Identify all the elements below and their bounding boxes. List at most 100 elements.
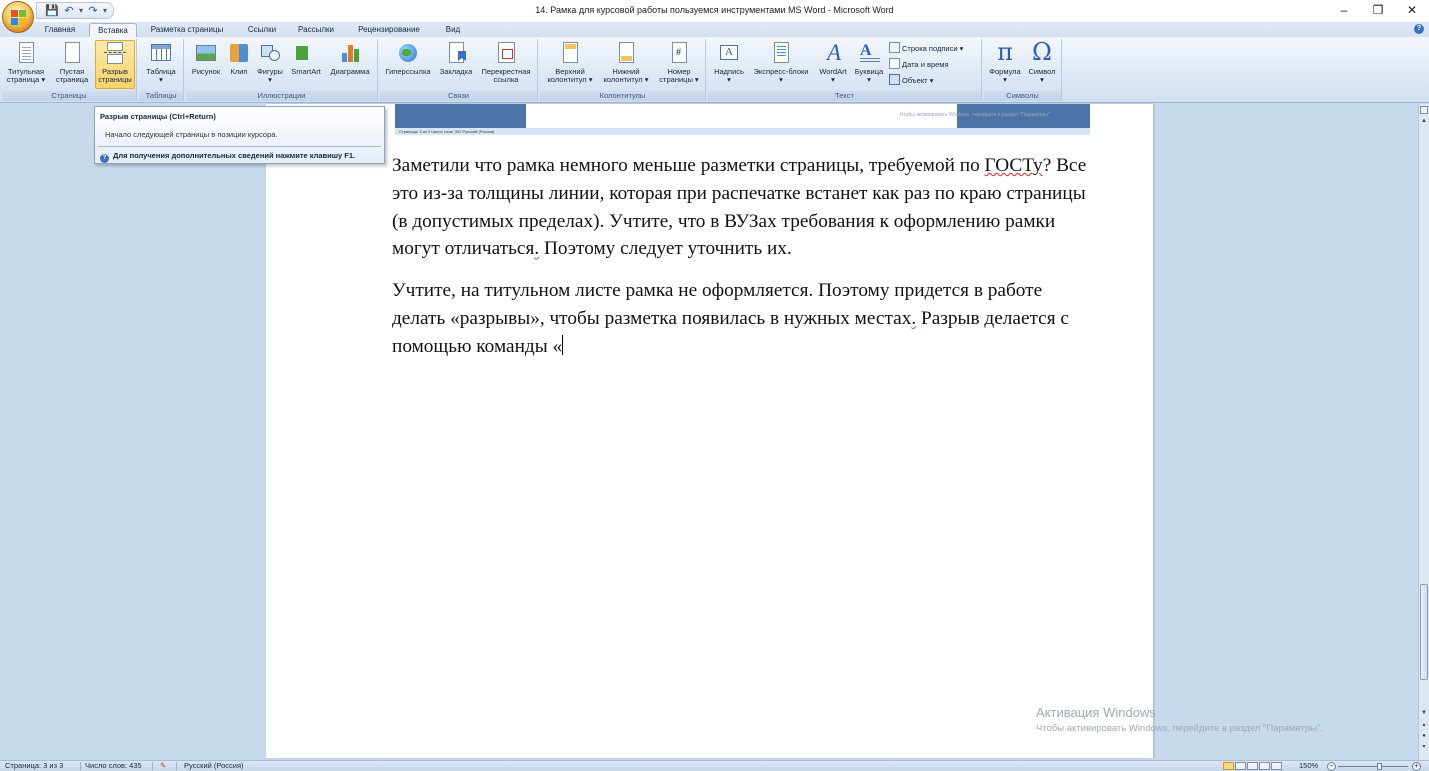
group-label-pages: Страницы (2, 91, 136, 101)
group-links: Гиперссылка Закладка Перекрестная ссылка… (380, 39, 538, 101)
zoom-level[interactable]: 150% (1299, 761, 1318, 771)
hyperlink-button[interactable]: Гиперссылка (382, 41, 434, 89)
tab-insert[interactable]: Вставка (89, 23, 137, 37)
ruler-toggle-icon[interactable] (1420, 106, 1428, 114)
chart-button[interactable]: Диаграмма (325, 41, 375, 89)
close-button[interactable]: ✕ (1395, 0, 1429, 20)
embedded-statusbar: Страница: 3 из 3 Число слов: 392 Русский… (395, 128, 1090, 135)
scrollbar-thumb[interactable] (1420, 584, 1428, 680)
page-break-button[interactable]: Разрыв страницы (95, 40, 135, 89)
bookmark-button[interactable]: Закладка (436, 41, 476, 89)
quick-parts-icon (774, 42, 789, 63)
group-tables: Таблица ▾ Таблицы (139, 39, 184, 101)
document-body[interactable]: Заметили что рамка немного меньше размет… (392, 152, 1092, 375)
cross-reference-icon (498, 42, 515, 63)
windows-activation-watermark: Активация Windows Чтобы активировать Win… (1036, 705, 1323, 734)
footer-icon (619, 42, 634, 63)
signature-icon (889, 42, 900, 53)
draft-icon[interactable] (1271, 762, 1282, 770)
ribbon: Титульная страница ▾ Пустая страница Раз… (0, 37, 1429, 103)
quick-parts-button[interactable]: Экспресс-блоки ▾ (749, 41, 813, 89)
wordart-icon: A (826, 40, 842, 65)
group-label-tables: Таблицы (139, 91, 183, 101)
shapes-icon (258, 41, 282, 65)
title-page-icon (19, 42, 34, 63)
web-layout-icon[interactable] (1247, 762, 1258, 770)
tab-page-layout[interactable]: Разметка страницы (142, 23, 232, 37)
signature-line-button[interactable]: Строка подписи ▾ (889, 42, 963, 56)
header-icon (563, 42, 578, 63)
page-count[interactable]: Страница: 3 из 3 (5, 761, 63, 771)
chart-icon (341, 44, 359, 62)
scroll-up-icon[interactable]: ▲ (1419, 116, 1429, 126)
office-logo-icon (11, 10, 26, 25)
group-label-illustrations: Иллюстрации (186, 91, 377, 101)
dropcap-icon: A (860, 43, 880, 63)
previous-page-icon[interactable]: ▴ (1419, 720, 1429, 730)
table-button[interactable]: Таблица ▾ (141, 41, 181, 89)
proofing-icon[interactable]: ✎ (160, 761, 166, 771)
smartart-button[interactable]: SmartArt (288, 41, 324, 89)
full-screen-reading-icon[interactable] (1235, 762, 1246, 770)
footer-button[interactable]: Нижний колонтитул ▾ (598, 41, 654, 89)
office-button[interactable] (2, 1, 34, 33)
title-bar: 💾 ↶ ▾ ↷ ▾ 14. Рамка для курсовой работы … (0, 0, 1429, 33)
tab-view[interactable]: Вид (438, 23, 468, 37)
blank-page-button[interactable]: Пустая страница (51, 41, 93, 89)
zoom-in-icon[interactable]: + (1412, 762, 1421, 771)
shapes-button[interactable]: Фигуры ▾ (253, 41, 287, 89)
minimize-button[interactable]: – (1327, 0, 1361, 20)
group-label-links: Связи (380, 91, 537, 101)
text-cursor (562, 334, 564, 355)
textbox-button[interactable]: A Надпись ▾ (710, 41, 748, 89)
word-count[interactable]: Число слов: 435 (85, 761, 142, 771)
picture-button[interactable]: Рисунок (187, 41, 225, 89)
page-number-button[interactable]: Номер страницы ▾ (654, 41, 704, 89)
object-icon (889, 74, 900, 85)
restore-button[interactable]: ❐ (1361, 0, 1395, 20)
print-layout-icon[interactable] (1223, 762, 1234, 770)
header-button[interactable]: Верхний колонтитул ▾ (542, 41, 598, 89)
embedded-watermark: Чтобы активировать Windows, перейдите в … (900, 112, 1050, 118)
help-icon[interactable]: ? (1414, 24, 1424, 34)
zoom-slider-knob[interactable] (1377, 763, 1382, 770)
vertical-scrollbar[interactable]: ▲ ▼ ▴ ● ▾ (1418, 104, 1429, 760)
clip-button[interactable]: Клип (226, 41, 252, 89)
group-label-text: Текст (708, 91, 981, 101)
tab-references[interactable]: Ссылки (240, 23, 284, 37)
next-page-icon[interactable]: ▾ (1419, 742, 1429, 752)
spelling-error[interactable]: ГОСТу (985, 155, 1043, 176)
cross-reference-button[interactable]: Перекрестная ссылка (477, 41, 535, 89)
language-indicator[interactable]: Русский (Россия) (184, 761, 244, 771)
outline-icon[interactable] (1259, 762, 1270, 770)
tab-mailings[interactable]: Рассылки (291, 23, 341, 37)
zoom-out-icon[interactable]: − (1327, 762, 1336, 771)
bookmark-icon (449, 42, 464, 63)
browse-object-icon[interactable]: ● (1419, 731, 1429, 741)
calendar-icon (889, 58, 900, 69)
group-illustrations: Рисунок Клип Фигуры ▾ SmartArt Диаграмма… (186, 39, 378, 101)
blank-page-icon (65, 42, 80, 63)
wordart-button[interactable]: A WordArt ▾ (814, 41, 852, 89)
help-icon: ? (100, 154, 109, 163)
picture-icon (196, 45, 216, 61)
hyperlink-icon (399, 44, 417, 62)
textbox-icon: A (720, 45, 738, 60)
paragraph: Учтите, на титульном листе рамка не офор… (392, 280, 1069, 357)
table-icon (151, 44, 171, 61)
equation-button[interactable]: π Формула ▾ (986, 38, 1024, 89)
title-page-button[interactable]: Титульная страница ▾ (4, 41, 48, 89)
date-time-button[interactable]: Дата и время (889, 58, 949, 72)
tab-review[interactable]: Рецензирование (348, 23, 430, 37)
scroll-down-icon[interactable]: ▼ (1419, 708, 1429, 718)
dropcap-button[interactable]: A Буквица ▾ (852, 41, 886, 89)
zoom-slider[interactable] (1338, 766, 1408, 767)
symbol-button[interactable]: Ω Символ ▾ (1024, 38, 1060, 89)
paragraph: Заметили что рамка немного меньше размет… (392, 155, 1087, 260)
ribbon-tabs: Главная Вставка Разметка страницы Ссылки… (0, 22, 1429, 37)
object-button[interactable]: Объект ▾ (889, 74, 933, 88)
smartart-icon (296, 46, 316, 60)
omega-icon: Ω (1032, 38, 1052, 66)
tab-home[interactable]: Главная (36, 23, 84, 37)
pi-icon: π (997, 38, 1013, 66)
